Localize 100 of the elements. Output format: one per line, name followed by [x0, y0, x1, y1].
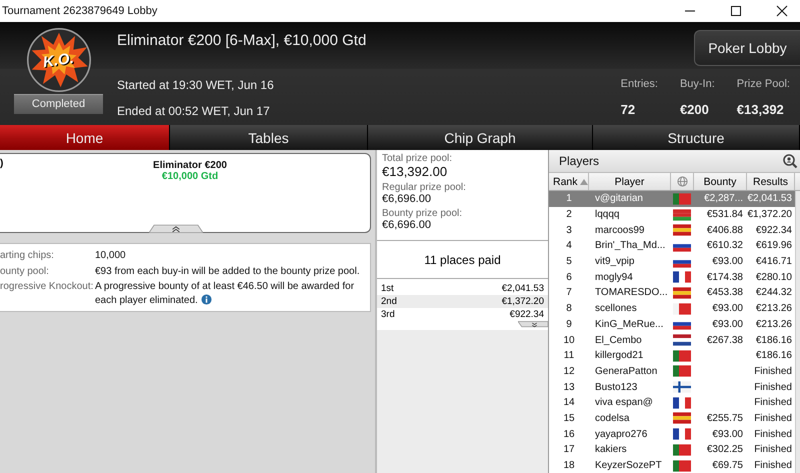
bounty-cell-text: €93.00 [711, 303, 744, 314]
info-value: A progressive bounty of at least €46.50 will be awarded for each player eliminated. [95, 281, 356, 307]
player-row[interactable]: 4 Brin'_Tha_Md... €610.32 €619.96 [549, 238, 795, 254]
tab[interactable]: Chip Graph [368, 125, 593, 150]
stat-label: Entries: [620, 78, 658, 90]
pool-label: Bounty prize pool: [382, 208, 464, 219]
rank-cell-text: 13 [562, 382, 576, 393]
player-row[interactable]: 10 El_Cembo €267.38 €186.16 [549, 332, 795, 348]
player-row[interactable]: 14 viva espan@ Finished [549, 394, 795, 411]
bounty-cell-text: €453.38 [706, 287, 744, 298]
player-cell-text: killergod21 [594, 350, 644, 362]
payout-amount: €922.34 [510, 309, 544, 320]
player-row[interactable]: 2 lqqqq €531.84 €1,372.20 [549, 206, 795, 222]
result-cell-text: €416.71 [754, 256, 793, 268]
window-title: Tournament 2623879649 Lobby [1, 5, 158, 17]
tab[interactable]: Home [0, 125, 170, 150]
info-label: arting chips: [0, 250, 55, 262]
bounty-cell-text: €69.75 [711, 460, 744, 472]
globe-icon[interactable] [676, 176, 688, 187]
player-row[interactable]: 15 codelsa €255.75 Finished [549, 410, 795, 426]
player-cell-text: viva espan@ [594, 397, 654, 408]
result-cell-text: €213.26 [754, 318, 793, 330]
status-label: Completed [14, 94, 104, 114]
tab[interactable]: Structure [593, 125, 800, 150]
tab[interactable]: Tables [170, 125, 368, 150]
guarantee-text: €10,000 Gtd [162, 171, 218, 182]
player-cell-text: El_Cembo [594, 334, 643, 346]
player-cell-text: kakiers [594, 444, 628, 456]
payout-place: 1st [381, 283, 394, 294]
stat-value: 72 [620, 102, 636, 117]
player-row[interactable]: 7 TOMARESDO... €453.38 €244.32 [549, 285, 795, 301]
player-row[interactable]: 8 scellones €93.00 €213.26 [549, 300, 795, 316]
ko-logo: K.O. [26, 28, 90, 92]
collapse-icon[interactable] [149, 224, 203, 233]
rank-cell-text: 17 [562, 444, 576, 456]
player-row[interactable]: 13 Busto123 Finished [549, 379, 795, 395]
rank-cell-text: 3 [565, 224, 573, 236]
player-row[interactable]: 18 KeyzerSozePT €69.75 Finished [549, 458, 795, 473]
player-cell-text: KeyzerSozePT [594, 460, 663, 472]
rank-cell-text: 18 [562, 460, 576, 472]
player-cell-text: TOMARESDO... [594, 287, 669, 298]
player-row[interactable]: 17 kakiers €302.25 Finished [549, 442, 795, 458]
column-header[interactable]: Player [589, 173, 671, 190]
player-cell-text: codelsa [594, 412, 630, 424]
info-icon[interactable] [200, 294, 212, 304]
player-cell-text: Brin'_Tha_Md... [594, 240, 666, 252]
info-label: ounty pool: [0, 266, 50, 278]
search-icon[interactable] [782, 153, 798, 169]
bounty-cell-text: €406.88 [706, 224, 744, 236]
player-row[interactable]: 11 killergod21 €186.16 [549, 348, 795, 364]
column-header[interactable]: Results [747, 173, 795, 190]
rank-cell-text: 15 [562, 412, 576, 424]
player-cell-text: scellones [594, 303, 638, 314]
player-cell-text: vit9_vpip [594, 256, 636, 268]
player-row[interactable]: 1 v@gitarian €2,287... €2,041.53 [549, 191, 795, 207]
info-value: €93 from each buy-in will be added to the bounty prize pool. [95, 266, 360, 278]
column-header[interactable]: Rank [549, 173, 589, 190]
result-cell-text: €1,372.20 [746, 209, 793, 220]
player-row[interactable]: 6 mogly94 €174.38 €280.10 [549, 269, 795, 286]
player-cell-text: Busto123 [594, 382, 638, 393]
result-cell-text: Finished [753, 412, 793, 424]
result-cell-text: €280.10 [754, 272, 793, 283]
result-cell-text: €244.32 [754, 287, 793, 298]
pool-label: Regular prize pool: [382, 182, 467, 193]
column-header[interactable]: Bounty [694, 173, 747, 190]
result-cell-text: Finished [753, 428, 793, 440]
bounty-cell-text: €93.00 [711, 428, 744, 440]
player-cell-text: KinG_MeRue... [594, 318, 664, 330]
maximize-icon[interactable] [730, 5, 742, 17]
pool-value: €6,696.00 [382, 193, 432, 205]
result-cell-text: €186.16 [754, 350, 793, 362]
stat-label: Buy-In: [680, 78, 715, 90]
bounty-cell-text: €174.38 [706, 272, 744, 283]
player-row[interactable]: 16 yayapro276 €93.00 Finished [549, 426, 795, 442]
banner-title: Eliminator €200 [153, 160, 227, 171]
result-cell-text: €619.96 [754, 240, 793, 252]
players-title: Players [559, 154, 600, 168]
player-row[interactable]: 5 vit9_vpip €93.00 €416.71 [549, 254, 795, 270]
places-paid-text: 11 places paid [424, 252, 501, 266]
player-row[interactable]: 9 KinG_MeRue... €93.00 €213.26 [549, 316, 795, 332]
player-cell-text: GeneraPatton [594, 366, 658, 377]
rank-cell-text: 8 [565, 303, 573, 314]
player-cell-text: v@gitarian [594, 193, 644, 204]
player-row[interactable]: 12 GeneraPatton Finished [549, 364, 795, 380]
start-time: Started at 19:30 WET, Jun 16 [117, 78, 274, 92]
tournament-title: Eliminator €200 [6-Max], €10,000 Gtd [117, 32, 366, 49]
player-row[interactable]: 3 marcoos99 €406.88 €922.34 [549, 222, 795, 238]
bounty-cell-text: €531.84 [706, 209, 744, 220]
close-icon[interactable] [776, 5, 788, 17]
result-cell-text: Finished [753, 444, 793, 456]
bounty-cell-text: €267.38 [706, 334, 744, 346]
poker-lobby-button[interactable]: Poker Lobby [694, 30, 800, 66]
expand-icon[interactable] [518, 321, 548, 328]
sort-icon [580, 178, 588, 184]
player-cell-text: marcoos99 [594, 224, 646, 236]
pool-label: Total prize pool: [382, 153, 454, 164]
rank-cell-text: 1 [565, 193, 573, 204]
result-cell-text: Finished [753, 460, 793, 472]
result-cell-text: €922.34 [754, 224, 793, 236]
payout-amount: €1,372.20 [502, 296, 544, 307]
